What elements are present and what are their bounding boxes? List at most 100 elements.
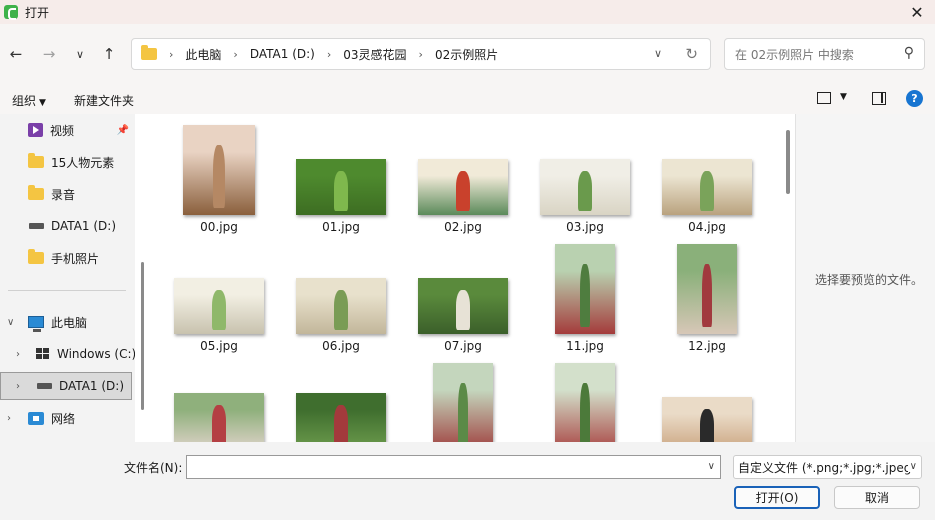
view-dropdown-icon[interactable]: ▼	[840, 92, 847, 102]
arrow-left-icon: ←	[9, 45, 23, 63]
sidebar-item-data1-quick[interactable]: DATA1 (D:)	[0, 212, 135, 240]
sidebar-item-label: 网络	[51, 411, 76, 426]
breadcrumb-this-pc[interactable]: 此电脑	[185, 46, 221, 63]
folder-icon	[28, 153, 44, 168]
command-bar: 组织 ▼ 新建文件夹 ▼ ?	[0, 86, 935, 114]
sidebar-item-windows-c[interactable]: › Windows (C:)	[0, 340, 135, 368]
file-type-select[interactable]: 自定义文件 (*.png;*.jpg;*.jpeg ∨	[733, 455, 922, 479]
photo-subject	[580, 263, 590, 327]
help-icon[interactable]: ?	[906, 90, 923, 107]
image-thumbnail[interactable]	[662, 159, 752, 215]
image-thumbnail[interactable]	[296, 278, 386, 334]
preview-pane-toggle-icon[interactable]	[872, 92, 886, 105]
file-list-scrollbar[interactable]	[786, 130, 790, 194]
file-name-label[interactable]: 00.jpg	[164, 220, 274, 234]
sidebar-item-label: Windows (C:)	[57, 347, 135, 361]
sidebar-item-phone-photos[interactable]: 手机照片	[0, 244, 135, 272]
file-name-label[interactable]: 07.jpg	[408, 339, 518, 353]
image-thumbnail[interactable]	[662, 397, 752, 442]
sidebar-item-recordings[interactable]: 录音	[0, 180, 135, 208]
file-name-label[interactable]: 11.jpg	[530, 339, 640, 353]
search-placeholder: 在 02示例照片 中搜索	[735, 47, 854, 62]
file-name-label[interactable]: 03.jpg	[530, 220, 640, 234]
file-name-label[interactable]: 01.jpg	[286, 220, 396, 234]
dialog-title: 打开	[25, 5, 50, 20]
drive-icon	[29, 223, 44, 229]
pc-icon	[28, 316, 44, 332]
address-bar[interactable]: › 此电脑 › DATA1 (D:) › 03灵感花园 › 02示例照片 ∨ ↻	[131, 38, 711, 70]
video-icon	[28, 123, 43, 137]
up-button[interactable]: ↑	[97, 42, 121, 66]
photo-subject	[577, 171, 593, 211]
sidebar-item-15-character-elements[interactable]: 15人物元素	[0, 148, 135, 176]
breadcrumb-sample-photos[interactable]: 02示例照片	[435, 46, 498, 63]
photo-subject	[333, 405, 349, 442]
organize-label: 组织	[12, 93, 37, 108]
organize-menu-button[interactable]: 组织 ▼	[12, 92, 46, 109]
image-thumbnail[interactable]	[296, 393, 386, 442]
chevron-right-icon[interactable]: ›	[419, 48, 423, 61]
chevron-down-icon[interactable]: ∨	[907, 461, 917, 472]
photo-subject	[213, 144, 225, 208]
file-name-label[interactable]: 06.jpg	[286, 339, 396, 353]
file-name-label[interactable]: 05.jpg	[164, 339, 274, 353]
sidebar-item-label: 手机照片	[51, 251, 100, 266]
breadcrumb-data1[interactable]: DATA1 (D:)	[250, 47, 315, 61]
photo-subject	[458, 382, 468, 442]
file-name-label[interactable]: 04.jpg	[652, 220, 762, 234]
chevron-right-icon[interactable]: ›	[233, 48, 237, 61]
image-thumbnail[interactable]	[418, 159, 508, 215]
title-bar: 打开 ✕	[0, 0, 935, 24]
chevron-right-icon[interactable]: ›	[7, 413, 11, 424]
refresh-icon[interactable]: ↻	[685, 45, 698, 63]
filename-input[interactable]: ∨	[186, 455, 721, 479]
pin-icon[interactable]: 📌	[117, 125, 129, 136]
sidebar-item-network[interactable]: › 网络	[0, 404, 135, 432]
search-icon[interactable]: ⚲	[904, 45, 914, 61]
preview-empty-message: 选择要预览的文件。	[815, 273, 924, 287]
forward-button[interactable]: →	[37, 42, 61, 66]
view-mode-icon[interactable]	[817, 92, 831, 104]
sidebar-item-label: 视频	[50, 123, 75, 138]
close-button[interactable]: ✕	[903, 0, 931, 24]
chevron-right-icon[interactable]: ›	[327, 48, 331, 61]
open-button[interactable]: 打开(O)	[734, 486, 820, 509]
navigation-pane: 视频 📌 15人物元素 录音 DATA1 (D:) 手机照片 ∨ 此电脑 › W…	[0, 114, 135, 442]
image-thumbnail[interactable]	[555, 244, 615, 334]
recent-locations-button[interactable]: ∨	[68, 42, 92, 66]
drive-icon	[37, 383, 52, 389]
file-type-value: 自定义文件 (*.png;*.jpg;*.jpeg	[738, 460, 912, 475]
image-thumbnail[interactable]	[174, 393, 264, 442]
chevron-down-icon[interactable]: ∨	[7, 317, 14, 328]
address-dropdown-icon[interactable]: ∨	[654, 47, 662, 60]
sidebar-scrollbar[interactable]	[141, 262, 144, 410]
arrow-up-icon: ↑	[102, 45, 116, 63]
search-input[interactable]: 在 02示例照片 中搜索 ⚲	[724, 38, 925, 70]
chevron-right-icon[interactable]: ›	[16, 349, 20, 360]
cancel-button[interactable]: 取消	[834, 486, 920, 509]
sidebar-item-videos[interactable]: 视频 📌	[0, 116, 135, 144]
file-name-label[interactable]: 12.jpg	[652, 339, 762, 353]
sidebar-item-data1-d[interactable]: › DATA1 (D:)	[0, 372, 132, 400]
file-name-label[interactable]: 02.jpg	[408, 220, 518, 234]
back-button[interactable]: ←	[4, 42, 28, 66]
chevron-right-icon[interactable]: ›	[16, 381, 20, 392]
arrow-right-icon: →	[42, 45, 56, 63]
image-thumbnail[interactable]	[183, 125, 255, 215]
sidebar-item-this-pc[interactable]: ∨ 此电脑	[0, 308, 135, 336]
breadcrumb-inspiration-garden[interactable]: 03灵感花园	[343, 46, 406, 63]
image-thumbnail[interactable]	[555, 363, 615, 442]
image-thumbnail[interactable]	[174, 278, 264, 334]
file-list[interactable]: 00.jpg 01.jpg 02.jpg 03.jpg 04.jpg 05.jpg 06.j…	[150, 114, 780, 442]
sidebar-item-label: 录音	[51, 187, 76, 202]
image-thumbnail[interactable]	[677, 244, 737, 334]
image-thumbnail[interactable]	[433, 363, 493, 442]
close-icon: ✕	[910, 2, 924, 22]
chevron-right-icon[interactable]: ›	[169, 48, 173, 61]
image-thumbnail[interactable]	[540, 159, 630, 215]
filename-history-dropdown-icon[interactable]: ∨	[708, 461, 715, 472]
new-folder-button[interactable]: 新建文件夹	[74, 92, 134, 109]
image-thumbnail[interactable]	[418, 278, 508, 334]
image-thumbnail[interactable]	[296, 159, 386, 215]
sidebar-item-label: 此电脑	[51, 315, 88, 330]
